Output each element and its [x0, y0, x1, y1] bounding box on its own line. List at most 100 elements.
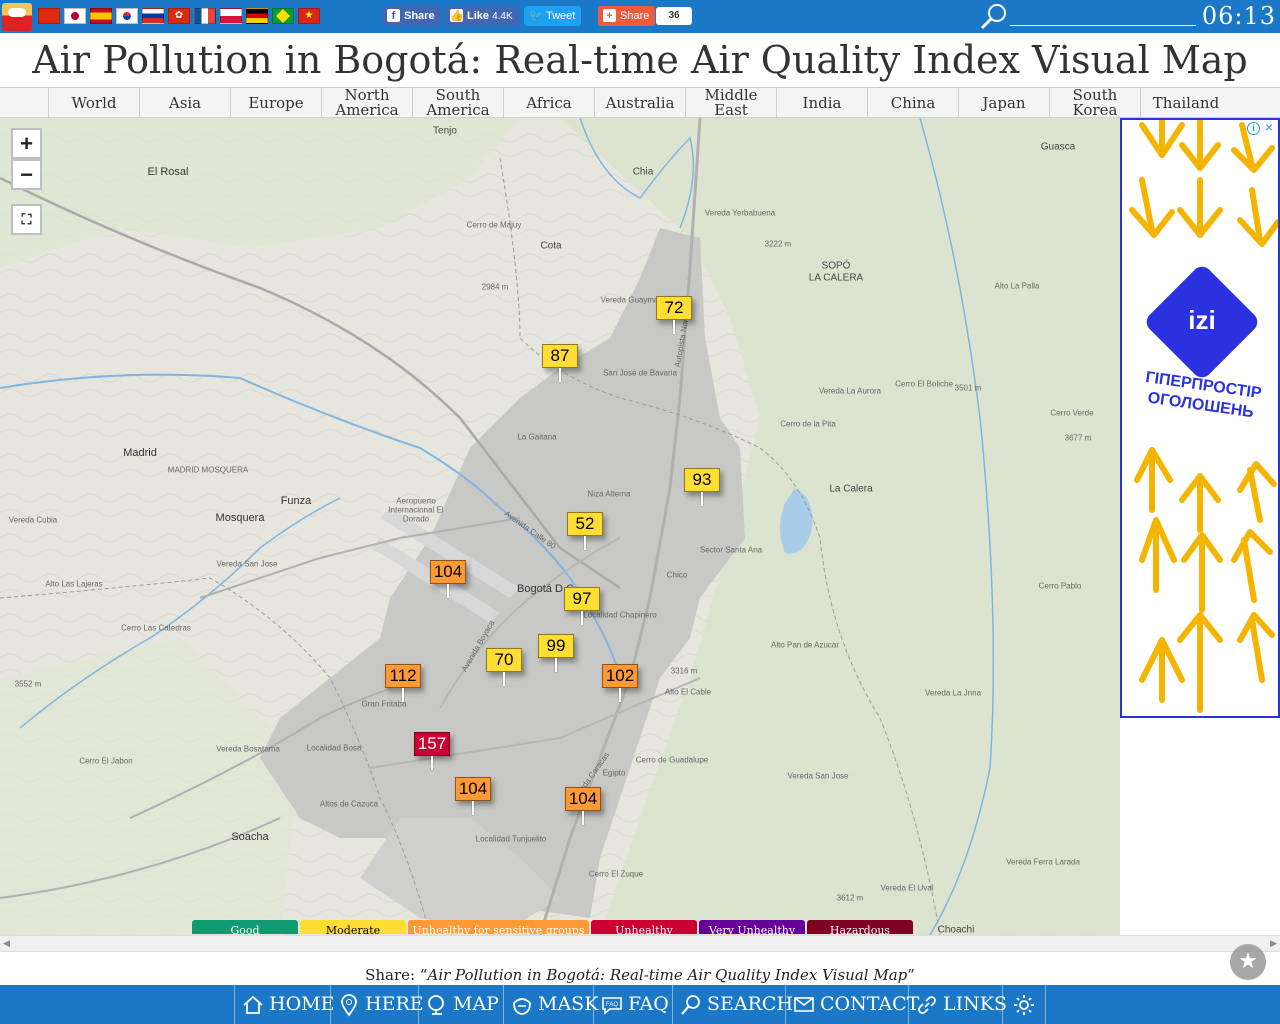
aqi-station-marker[interactable]: 104: [455, 777, 491, 815]
nav-item-south-korea[interactable]: South Korea: [1049, 88, 1140, 118]
place-label: Cota: [540, 240, 562, 252]
legend-unhealthy: Unhealthy: [591, 920, 697, 934]
advertisement-banner[interactable]: izi ГІПЕРПРОСТІР ОГОЛОШЕНЬ i ×: [1120, 118, 1280, 718]
place-label: 3501 m: [954, 383, 982, 393]
bottom-nav-map[interactable]: MAP: [418, 985, 499, 1024]
place-label: Aeropuerto Internacional El Dorado: [388, 496, 444, 524]
nav-item-world[interactable]: World: [48, 88, 139, 118]
place-label: San José de Bavaria: [603, 368, 677, 378]
place-label: Cerro Pablo: [1038, 581, 1082, 591]
search-icon[interactable]: [980, 3, 1008, 30]
flag-spain-icon[interactable]: [90, 8, 112, 24]
place-label: Guasca: [1040, 141, 1076, 153]
ad-logo-text: izi: [1188, 305, 1216, 335]
region-nav: World Asia Europe North America South Am…: [0, 87, 1280, 118]
facebook-share-button[interactable]: f Share: [382, 6, 441, 26]
aqi-station-marker[interactable]: 104: [565, 787, 601, 825]
bottom-nav-faq[interactable]: FAQ FAQ: [593, 985, 669, 1024]
location-pin-icon: [341, 994, 357, 1017]
site-logo[interactable]: [2, 3, 32, 31]
zoom-in-button[interactable]: +: [11, 128, 42, 159]
aqi-station-marker[interactable]: 99: [538, 634, 574, 672]
zoom-out-button[interactable]: −: [11, 159, 42, 190]
flag-china-icon[interactable]: [38, 8, 60, 24]
top-bar: ✿ ★ f Share 👍 Like 4.4K 🐦 Tweet + Share …: [0, 0, 1280, 33]
aqi-station-marker[interactable]: 157: [414, 732, 450, 770]
place-label: La Gaitana: [517, 432, 557, 442]
place-label: Cerro de Majuy: [466, 220, 522, 230]
aqi-station-marker[interactable]: 102: [602, 664, 638, 702]
place-label: Mosquera: [215, 512, 265, 524]
aqi-station-marker[interactable]: 52: [567, 512, 603, 550]
aqi-station-marker[interactable]: 97: [564, 587, 600, 625]
aqi-station-marker[interactable]: 70: [486, 648, 522, 686]
flag-vietnam-icon[interactable]: ★: [298, 8, 320, 24]
legend-very-unhealthy: Very Unhealthy: [699, 920, 805, 934]
bottom-nav-search[interactable]: SEARCH: [672, 985, 793, 1024]
facebook-like-button[interactable]: 👍 Like 4.4K: [445, 6, 519, 26]
air-quality-map[interactable]: + − ⛶ Tenjo El Rosal Chia Vereda Yerbabu…: [0, 118, 1120, 935]
ad-close-icon[interactable]: ×: [1262, 120, 1276, 134]
facebook-icon: f: [387, 9, 400, 22]
nav-item-asia[interactable]: Asia: [139, 88, 230, 118]
place-label: Sector Santa Ana: [699, 545, 763, 555]
ad-info-icon[interactable]: i: [1247, 122, 1260, 135]
bottom-nav-links[interactable]: LINKS: [908, 985, 1007, 1024]
place-label: Funza: [280, 495, 312, 507]
scroll-right-icon[interactable]: ▶: [1270, 939, 1277, 949]
fullscreen-icon[interactable]: ⛶: [11, 204, 42, 235]
place-label: Madrid: [123, 447, 157, 459]
flag-south-korea-icon[interactable]: [116, 8, 138, 24]
aqi-station-marker[interactable]: 87: [542, 344, 578, 382]
contact-icon: [794, 997, 814, 1012]
nav-item-north-america[interactable]: North America: [321, 88, 412, 118]
bottom-nav-settings[interactable]: [1002, 985, 1046, 1024]
nav-item-south-america[interactable]: South America: [412, 88, 503, 118]
place-label: Cerro El Jabon: [79, 756, 133, 766]
scroll-left-icon[interactable]: ◀: [3, 939, 10, 949]
addthis-share-button[interactable]: + Share: [598, 6, 656, 26]
twitter-bird-icon: 🐦: [529, 10, 543, 22]
place-label: Cerro El Zuque: [588, 869, 644, 879]
bottom-nav-contact[interactable]: CONTACT: [785, 985, 919, 1024]
legend-unhealthy-sensitive: Unhealthy for sensitive groups: [408, 920, 589, 934]
nav-item-africa[interactable]: Africa: [503, 88, 594, 118]
flag-poland-icon[interactable]: [220, 8, 242, 24]
tweet-button[interactable]: 🐦 Tweet: [524, 6, 582, 26]
nav-item-thailand[interactable]: Thailand: [1140, 88, 1231, 118]
bottom-nav-home[interactable]: HOME: [234, 985, 334, 1024]
place-label: LA CALERA: [808, 272, 864, 284]
flag-russia-icon[interactable]: [142, 8, 164, 24]
nav-item-china[interactable]: China: [867, 88, 958, 118]
horizontal-scrollbar[interactable]: ◀ ▶: [0, 935, 1280, 952]
bottom-nav-mask[interactable]: MASK: [503, 985, 598, 1024]
place-label: Gran Fritaba: [361, 699, 407, 709]
search-input[interactable]: [1010, 8, 1196, 26]
favorite-star-button[interactable]: ★: [1230, 944, 1266, 980]
flag-france-icon[interactable]: [194, 8, 216, 24]
place-label: Altos de Cazuca: [319, 799, 379, 809]
aqi-station-marker[interactable]: 104: [430, 560, 466, 598]
legend-hazardous: Hazardous: [807, 920, 913, 934]
bottom-nav-here[interactable]: HERE: [330, 985, 424, 1024]
nav-item-india[interactable]: India: [776, 88, 867, 118]
place-label: El Rosal: [147, 166, 189, 178]
place-label: Egipto: [602, 768, 626, 778]
thumbs-up-icon: 👍: [450, 9, 464, 22]
nav-item-japan[interactable]: Japan: [958, 88, 1049, 118]
svg-text:FAQ: FAQ: [606, 1002, 618, 1008]
place-label: Tenjo: [433, 125, 457, 137]
place-label: Chia: [632, 166, 654, 178]
nav-item-australia[interactable]: Australia: [594, 88, 685, 118]
nav-item-europe[interactable]: Europe: [230, 88, 321, 118]
flag-brazil-icon[interactable]: [272, 8, 294, 24]
flag-germany-icon[interactable]: [246, 8, 268, 24]
flag-japan-icon[interactable]: [64, 8, 86, 24]
flag-hong-kong-icon[interactable]: ✿: [168, 8, 190, 24]
nav-item-middle-east[interactable]: Middle East: [685, 88, 776, 118]
place-label: Alto Las Lajeras: [45, 579, 103, 589]
place-label: Cerro El Boliche: [895, 379, 953, 389]
aqi-station-marker[interactable]: 93: [684, 468, 720, 506]
aqi-station-marker[interactable]: 112: [385, 664, 421, 702]
aqi-station-marker[interactable]: 72: [656, 296, 692, 334]
